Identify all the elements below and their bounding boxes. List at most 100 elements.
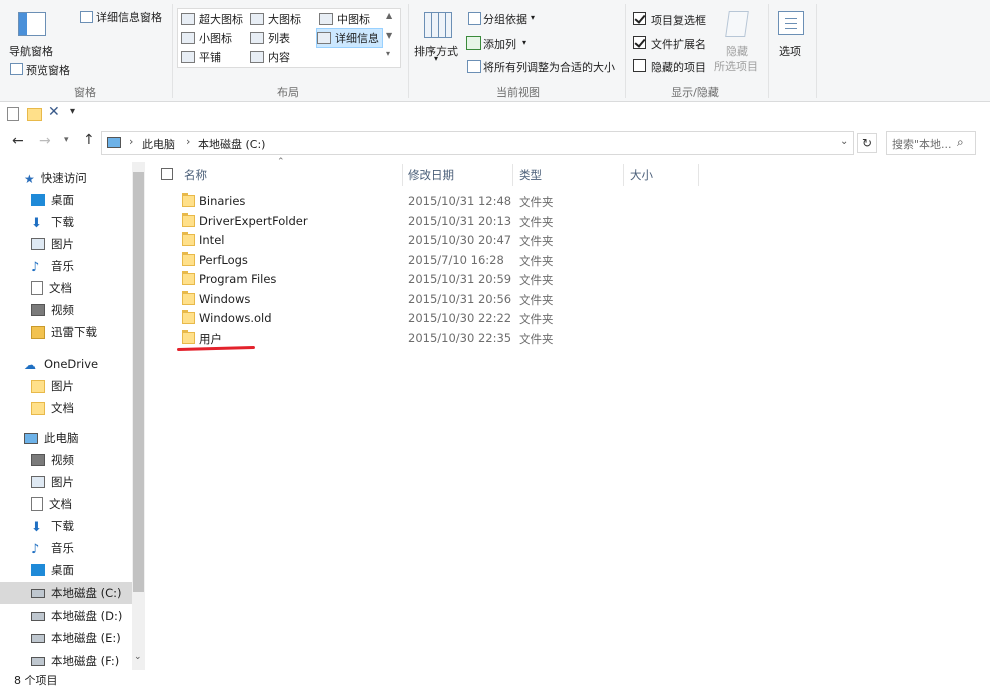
layout-small-icons[interactable]: 小图标: [181, 29, 232, 47]
nav-this-pc[interactable]: 此电脑: [0, 427, 156, 449]
new-folder-icon[interactable]: [27, 108, 42, 121]
folder-icon: [31, 401, 45, 415]
chevron-down-icon[interactable]: ⌄: [840, 136, 848, 147]
file-row[interactable]: Windows.old 2015/10/30 22:22 文件夹: [178, 309, 578, 328]
layout-large-icons[interactable]: 大图标: [250, 10, 301, 28]
group-by-button[interactable]: 分组依据: [483, 11, 527, 27]
item-count: 8 个项目: [14, 674, 58, 687]
nav-pc-videos[interactable]: 视频: [0, 449, 163, 471]
refresh-icon[interactable]: ↻: [857, 133, 877, 153]
nav-local-disk-e[interactable]: 本地磁盘 (E:): [0, 627, 163, 649]
file-row[interactable]: Binaries 2015/10/31 12:48 文件夹: [178, 192, 578, 211]
up-arrow-icon[interactable]: ↑: [83, 132, 95, 148]
nav-music[interactable]: ♪音乐📌: [0, 255, 163, 277]
chevron-right-icon[interactable]: ›: [186, 135, 190, 148]
hide-selected-label-2[interactable]: 所选项目: [714, 58, 758, 74]
drive-icon: [31, 633, 45, 643]
layout-medium-icons[interactable]: 中图标: [319, 10, 370, 28]
file-row[interactable]: DriverExpertFolder 2015/10/31 20:13 文件夹: [178, 212, 578, 231]
nav-local-disk-d[interactable]: 本地磁盘 (D:): [0, 605, 163, 627]
delete-icon[interactable]: ✕: [48, 104, 60, 120]
nav-pictures[interactable]: 图片📌: [0, 233, 163, 255]
add-columns-dropdown-arrow[interactable]: ▾: [522, 38, 526, 47]
nav-downloads[interactable]: ⬇下载📌: [0, 211, 163, 233]
file-row[interactable]: Intel 2015/10/30 20:47 文件夹: [178, 231, 578, 250]
gallery-scroll-up[interactable]: ▲: [386, 11, 392, 20]
music-icon: ♪: [31, 260, 40, 275]
customize-qat-icon[interactable]: ▾: [70, 106, 75, 117]
navigation-pane-icon[interactable]: [18, 12, 46, 36]
layout-gallery: 超大图标 大图标 中图标 小图标 列表 详细信息 平铺 内容 ▲ ▼ ▾: [177, 8, 401, 68]
nav-pc-pictures[interactable]: 图片: [0, 471, 163, 493]
sort-by-dropdown-arrow[interactable]: ▾: [434, 54, 438, 63]
column-header-name[interactable]: 名称: [178, 164, 403, 186]
nav-desktop[interactable]: 桌面📌: [0, 189, 163, 211]
size-all-columns-button[interactable]: 将所有列调整为合适的大小: [483, 59, 615, 75]
gallery-expand[interactable]: ▾: [386, 49, 390, 58]
file-row[interactable]: Windows 2015/10/31 20:56 文件夹: [178, 290, 578, 309]
chevron-right-icon[interactable]: ›: [129, 135, 133, 148]
layout-content[interactable]: 内容: [250, 48, 290, 66]
file-type: 文件夹: [519, 273, 554, 287]
details-pane-button[interactable]: 详细信息窗格: [96, 9, 162, 25]
file-type: 文件夹: [519, 331, 554, 346]
back-arrow-icon[interactable]: ←: [12, 133, 24, 149]
properties-icon[interactable]: [7, 107, 19, 121]
address-bar[interactable]: › 此电脑 › 本地磁盘 (C:) ⌄: [101, 131, 854, 155]
search-input[interactable]: 搜索"本地...: [892, 136, 952, 152]
layout-details[interactable]: 详细信息: [316, 28, 383, 48]
add-columns-button[interactable]: 添加列: [483, 36, 516, 52]
file-extensions-checkbox[interactable]: [633, 36, 646, 49]
preview-pane-button[interactable]: 预览窗格: [26, 62, 70, 78]
file-row[interactable]: PerfLogs 2015/7/10 16:28 文件夹: [178, 251, 578, 270]
nav-pc-downloads[interactable]: ⬇ 下载: [0, 515, 163, 537]
column-header-size[interactable]: 大小: [624, 164, 699, 186]
options-button[interactable]: 选项: [779, 43, 801, 59]
layout-extra-large-icons[interactable]: 超大图标: [181, 10, 243, 28]
file-row[interactable]: Program Files 2015/10/31 20:59 文件夹: [178, 270, 578, 289]
item-checkboxes-checkbox[interactable]: [633, 12, 646, 25]
group-label-current-view: 当前视图: [496, 86, 540, 99]
gallery-scroll-down[interactable]: ▼: [386, 31, 392, 40]
breadcrumb-this-pc[interactable]: 此电脑: [142, 136, 175, 152]
group-by-dropdown-arrow[interactable]: ▾: [531, 13, 535, 22]
search-box[interactable]: 搜索"本地... ⌕: [886, 131, 976, 155]
forward-arrow-icon[interactable]: →: [39, 133, 51, 149]
file-name: Intel: [199, 233, 225, 247]
nav-videos[interactable]: 视频📌: [0, 299, 163, 321]
recent-locations-icon[interactable]: ▾: [64, 135, 69, 145]
nav-onedrive-documents[interactable]: 文档: [0, 397, 163, 419]
breadcrumb-local-disk-c[interactable]: 本地磁盘 (C:): [198, 136, 265, 152]
nav-quick-access[interactable]: ★ 快速访问: [0, 167, 156, 189]
column-header-modified[interactable]: 修改日期: [402, 164, 513, 186]
hidden-items-checkbox[interactable]: [633, 59, 646, 72]
folder-icon: [182, 232, 195, 246]
nav-pc-desktop[interactable]: 桌面: [0, 559, 163, 581]
hide-selected-label-1[interactable]: 隐藏: [726, 43, 748, 59]
size-columns-icon: [467, 60, 481, 73]
desktop-icon: [31, 194, 45, 206]
file-type: 文件夹: [519, 312, 554, 326]
nav-thunder-downloads[interactable]: 迅雷下载📌: [0, 321, 163, 343]
drive-icon: [31, 588, 45, 598]
file-name: DriverExpertFolder: [199, 213, 308, 228]
nav-local-disk-f[interactable]: 本地磁盘 (F:): [0, 650, 163, 672]
navigation-pane-button[interactable]: 导航窗格: [9, 43, 53, 59]
layout-list[interactable]: 列表: [250, 29, 290, 47]
documents-icon: [31, 281, 43, 295]
nav-pc-music[interactable]: ♪ 音乐: [0, 537, 163, 559]
nav-documents[interactable]: 文档📌: [0, 277, 163, 299]
nav-onedrive[interactable]: ☁ OneDrive: [0, 353, 156, 375]
file-name: PerfLogs: [199, 252, 248, 267]
add-columns-icon: [466, 36, 481, 50]
nav-pc-documents[interactable]: 文档: [0, 493, 163, 515]
search-icon[interactable]: ⌕: [957, 135, 964, 150]
layout-tiles[interactable]: 平铺: [181, 48, 221, 66]
file-type: 文件夹: [519, 253, 554, 268]
select-all-checkbox[interactable]: [161, 168, 173, 180]
nav-local-disk-c[interactable]: 本地磁盘 (C:): [0, 582, 132, 604]
file-row[interactable]: 用户 2015/10/30 22:35 文件夹: [178, 329, 578, 348]
details-icon: [317, 32, 331, 44]
column-header-type[interactable]: 类型: [513, 164, 624, 186]
nav-onedrive-pictures[interactable]: 图片: [0, 375, 163, 397]
